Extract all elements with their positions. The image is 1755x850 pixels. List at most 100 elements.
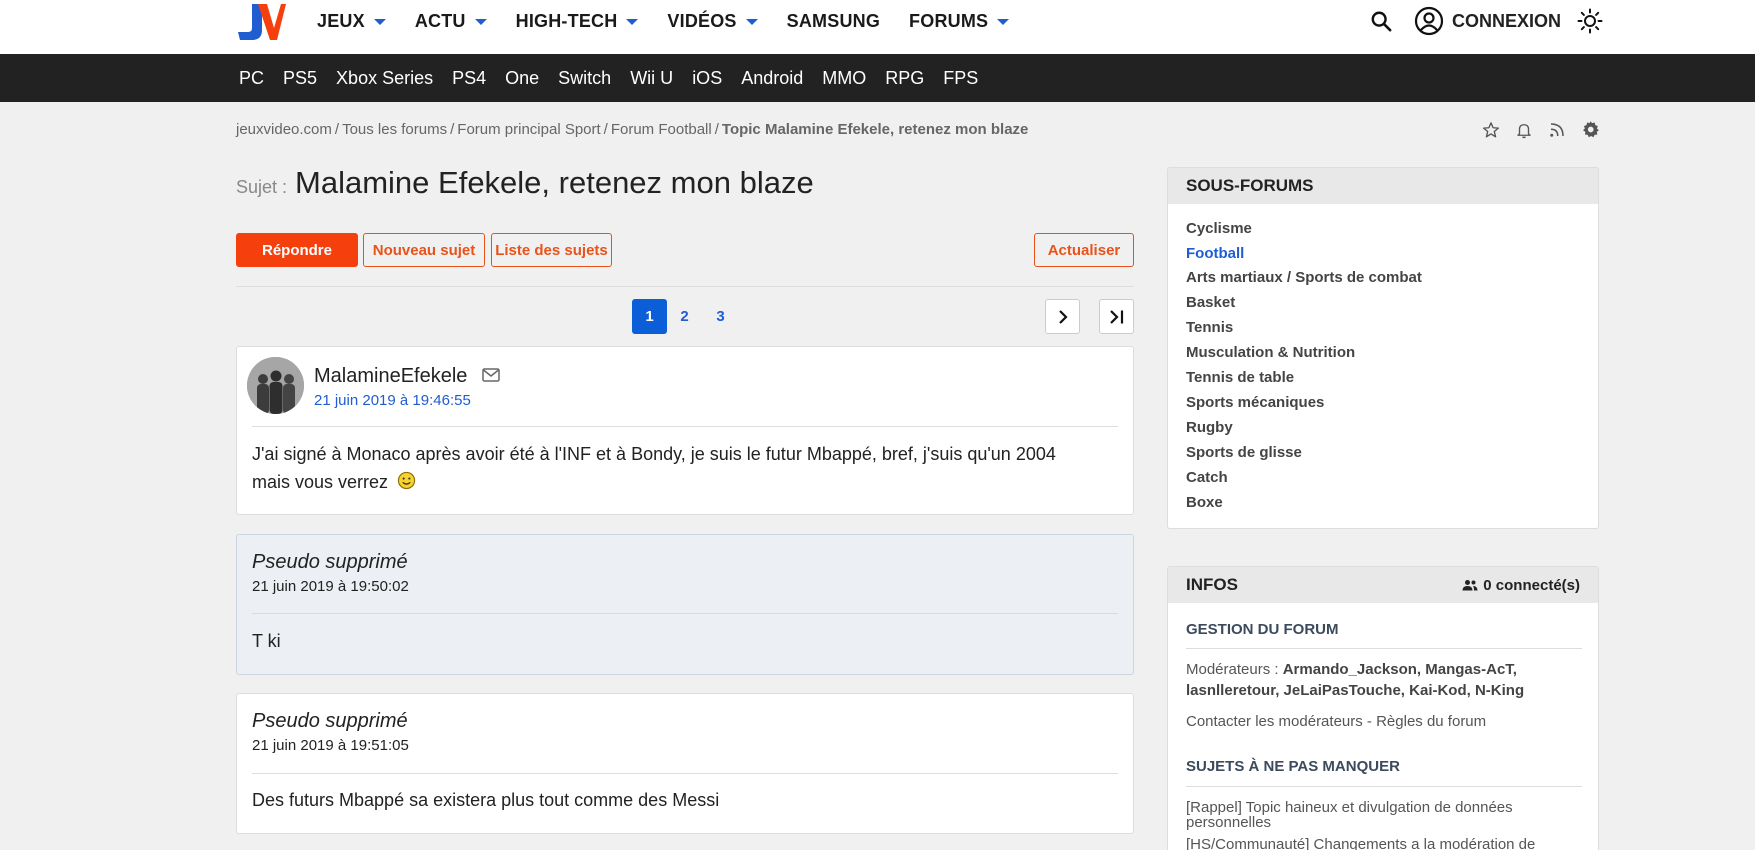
subforum-football[interactable]: Football — [1186, 245, 1244, 262]
subforum-musculation[interactable]: Musculation & Nutrition — [1186, 344, 1355, 361]
avatar[interactable] — [247, 357, 304, 414]
platform-pc[interactable]: PC — [239, 68, 264, 89]
search-icon[interactable] — [1370, 10, 1392, 32]
nav-high-tech[interactable]: HIGH-TECH — [516, 11, 639, 32]
rss-icon[interactable] — [1548, 121, 1566, 139]
breadcrumb: jeuxvideo.com / Tous les forums / Forum pr… — [236, 121, 1028, 138]
page-title: Malamine Efekele, retenez mon blaze — [295, 165, 814, 200]
login-button[interactable]: CONNEXION — [1414, 6, 1561, 36]
link-separator: - — [1362, 713, 1377, 730]
must-read-topic[interactable]: [Rappel] Topic haineux et divulgation de… — [1186, 800, 1582, 830]
platform-wii-u[interactable]: Wii U — [630, 68, 673, 89]
page-1[interactable]: 1 — [632, 299, 667, 334]
post-date: 21 juin 2019 à 19:51:05 — [252, 737, 409, 754]
mail-icon[interactable] — [482, 368, 500, 387]
subforum-rugby[interactable]: Rugby — [1186, 419, 1233, 436]
subforums-title: SOUS-FORUMS — [1186, 176, 1314, 195]
page-2[interactable]: 2 — [667, 299, 702, 334]
platform-ps4[interactable]: PS4 — [452, 68, 486, 89]
breadcrumb-current-topic: Topic Malamine Efekele, retenez mon blaz… — [721, 121, 1029, 138]
nav-jeux[interactable]: JEUX — [317, 11, 386, 32]
infos-card: INFOS 0 connecté(s) GESTION DU FORUM Mod… — [1167, 566, 1599, 850]
nav-actu-label: ACTU — [414, 10, 466, 31]
post-divider — [252, 613, 1118, 614]
divider — [236, 286, 1134, 287]
caret-down-icon — [997, 19, 1010, 25]
platform-fps[interactable]: FPS — [943, 68, 978, 89]
login-label: CONNEXION — [1451, 10, 1561, 31]
moderators-list: Modérateurs : Armando_Jackson, Mangas-Ac… — [1186, 659, 1582, 701]
next-page-button[interactable] — [1045, 299, 1080, 334]
sun-icon[interactable] — [1577, 8, 1603, 34]
nav-videos[interactable]: VIDÉOS — [667, 10, 758, 32]
post-divider — [252, 773, 1118, 774]
topic-list-button[interactable]: Liste des sujets — [491, 233, 612, 267]
post-content: J'ai signé à Monaco après avoir été à l'… — [252, 440, 1093, 496]
platform-rpg[interactable]: RPG — [885, 68, 924, 89]
contact-moderators-link[interactable]: Contacter les modérateurs — [1186, 713, 1363, 730]
reply-button[interactable]: Répondre — [236, 233, 358, 267]
breadcrumb-home[interactable]: jeuxvideo.com — [236, 121, 332, 138]
subforum-cyclisme[interactable]: Cyclisme — [1186, 220, 1252, 237]
post-divider — [252, 426, 1118, 427]
nav-forums[interactable]: FORUMS — [909, 11, 1010, 32]
subforum-sports-de-glisse[interactable]: Sports de glisse — [1186, 444, 1302, 461]
last-page-icon — [1109, 309, 1123, 324]
post-date[interactable]: 21 juin 2019 à 19:46:55 — [314, 392, 471, 409]
caret-down-icon — [373, 19, 386, 25]
must-read-topic[interactable]: [HS/Communauté] Changements a la modérat… — [1186, 837, 1582, 850]
nav-samsung[interactable]: SAMSUNG — [787, 11, 880, 32]
star-icon[interactable] — [1482, 121, 1500, 139]
post-text: J'ai signé à Monaco après avoir été à l'… — [252, 444, 1056, 492]
page-3[interactable]: 3 — [703, 299, 738, 334]
caret-down-icon — [626, 19, 639, 25]
moderators-names-line2[interactable]: lasnlleretour, JeLaiPasTouche, Kai-Kod, … — [1186, 682, 1524, 699]
platform-ios[interactable]: iOS — [692, 68, 722, 89]
topic-label: Sujet : — [236, 177, 288, 197]
subforum-tennis[interactable]: Tennis — [1186, 319, 1233, 336]
connected-count: 0 connecté(s) — [1462, 577, 1580, 594]
subforums-card: SOUS-FORUMS Cyclisme Football Arts marti… — [1167, 167, 1599, 529]
new-topic-button[interactable]: Nouveau sujet — [363, 233, 485, 267]
jv-logo[interactable] — [236, 2, 286, 42]
subforum-tennis-de-table[interactable]: Tennis de table — [1186, 369, 1294, 386]
divider — [1186, 648, 1582, 649]
platform-ps5[interactable]: PS5 — [283, 68, 317, 89]
breadcrumb-football-forum[interactable]: Forum Football — [611, 121, 712, 138]
nav-jeux-label: JEUX — [317, 10, 365, 31]
post-author[interactable]: MalamineEfekele — [314, 365, 467, 388]
subforum-basket[interactable]: Basket — [1186, 294, 1235, 311]
gear-icon[interactable] — [1581, 120, 1600, 139]
refresh-button[interactable]: Actualiser — [1034, 233, 1134, 267]
breadcrumb-sport-forum[interactable]: Forum principal Sport — [457, 121, 600, 138]
post-date: 21 juin 2019 à 19:50:02 — [252, 578, 409, 595]
users-icon — [1462, 580, 1478, 591]
forum-post: MalamineEfekele 21 juin 2019 à 19:46:55 … — [236, 346, 1134, 515]
topic-tools — [1467, 120, 1600, 139]
subforum-sports-mecaniques[interactable]: Sports mécaniques — [1186, 394, 1324, 411]
platform-mmo[interactable]: MMO — [822, 68, 866, 89]
platform-android[interactable]: Android — [741, 68, 803, 89]
nav-videos-label: VIDÉOS — [667, 10, 737, 31]
moderators-names-line1[interactable]: Armando_Jackson, Mangas-AcT, — [1283, 661, 1517, 678]
platform-xbox-series[interactable]: Xbox Series — [336, 68, 433, 89]
subforum-boxe[interactable]: Boxe — [1186, 494, 1223, 511]
platform-one[interactable]: One — [505, 68, 539, 89]
header-actions: CONNEXION — [1370, 0, 1603, 42]
nav-actu[interactable]: ACTU — [415, 11, 487, 32]
platform-switch[interactable]: Switch — [558, 68, 611, 89]
platform-bar: PC PS5 Xbox Series PS4 One Switch Wii U … — [0, 54, 1755, 102]
subforum-arts-martiaux[interactable]: Arts martiaux / Sports de combat — [1186, 269, 1422, 286]
breadcrumb-all-forums[interactable]: Tous les forums — [342, 121, 447, 138]
subforum-catch[interactable]: Catch — [1186, 469, 1228, 486]
forum-rules-link[interactable]: Règles du forum — [1376, 713, 1486, 730]
last-page-button[interactable] — [1099, 299, 1134, 334]
forum-post: Pseudo supprimé 21 juin 2019 à 19:50:02 … — [236, 534, 1134, 675]
post-author: Pseudo supprimé — [252, 551, 408, 573]
nav-samsung-label: SAMSUNG — [786, 10, 881, 31]
smiley-icon — [397, 471, 416, 490]
forum-links: Contacter les modérateurs - Règles du fo… — [1186, 711, 1582, 732]
forum-post: Pseudo supprimé 21 juin 2019 à 19:51:05 … — [236, 693, 1134, 834]
bell-icon[interactable] — [1515, 121, 1533, 139]
breadcrumb-separator: / — [450, 121, 455, 138]
